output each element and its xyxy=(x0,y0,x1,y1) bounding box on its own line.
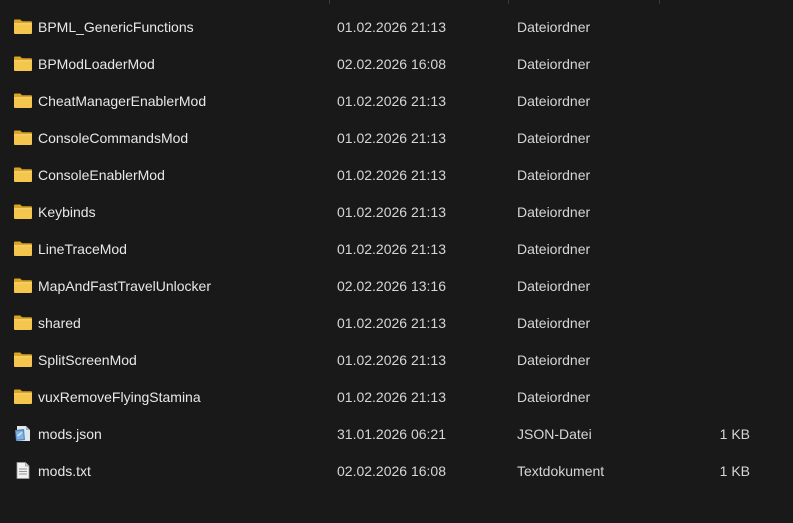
folder-icon xyxy=(13,55,33,72)
file-type: Dateiordner xyxy=(517,241,591,257)
modified-date: 01.02.2026 21:13 xyxy=(337,93,446,109)
folder-row[interactable]: BPML_GenericFunctions 01.02.2026 21:13 Dat… xyxy=(0,9,793,46)
file-name: MapAndFastTravelUnlocker xyxy=(38,278,211,294)
json-file-icon xyxy=(13,425,33,442)
file-type: Dateiordner xyxy=(517,130,591,146)
file-size: 1 KB xyxy=(719,426,750,442)
folder-row[interactable]: ConsoleCommandsMod 01.02.2026 21:13 Dateio… xyxy=(0,120,793,157)
folder-icon xyxy=(13,129,33,146)
file-row[interactable]: mods.txt 02.02.2026 16:08 Textdokument 1 KB xyxy=(0,453,793,490)
modified-date: 02.02.2026 13:16 xyxy=(337,278,446,294)
file-name: mods.json xyxy=(38,426,102,442)
file-name: SplitScreenMod xyxy=(38,352,137,368)
file-name: mods.txt xyxy=(38,463,91,479)
file-list-pane: BPML_GenericFunctions 01.02.2026 21:13 Dat… xyxy=(0,0,793,523)
folder-row[interactable]: Keybinds 01.02.2026 21:13 Dateiordner xyxy=(0,194,793,231)
folder-row[interactable]: SplitScreenMod 01.02.2026 21:13 Dateiordne… xyxy=(0,342,793,379)
file-type: Dateiordner xyxy=(517,93,591,109)
text-file-icon xyxy=(13,462,33,479)
file-type: Dateiordner xyxy=(517,278,591,294)
file-type: Dateiordner xyxy=(517,19,591,35)
folder-icon xyxy=(13,314,33,331)
folder-row[interactable]: MapAndFastTravelUnlocker 02.02.2026 13:16… xyxy=(0,268,793,305)
folder-icon xyxy=(13,18,33,35)
file-name: ConsoleCommandsMod xyxy=(38,130,189,146)
modified-date: 02.02.2026 16:08 xyxy=(337,56,446,72)
file-type: Dateiordner xyxy=(517,167,591,183)
column-separator[interactable] xyxy=(659,0,660,4)
file-name: CheatManagerEnablerMod xyxy=(38,93,207,109)
file-name: ConsoleEnablerMod xyxy=(38,167,165,183)
file-name: BPML_GenericFunctions xyxy=(38,19,194,35)
folder-icon xyxy=(13,92,33,109)
modified-date: 01.02.2026 21:13 xyxy=(337,315,446,331)
modified-date: 01.02.2026 21:13 xyxy=(337,130,446,146)
file-type: Dateiordner xyxy=(517,204,591,220)
folder-row[interactable]: CheatManagerEnablerMod 01.02.2026 21:13 Da… xyxy=(0,83,793,120)
folder-row[interactable]: shared 01.02.2026 21:13 Dateiordner xyxy=(0,305,793,342)
file-size: 1 KB xyxy=(719,463,750,479)
file-name: vuxRemoveFlyingStamina xyxy=(38,389,201,405)
folder-icon xyxy=(13,203,33,220)
folder-row[interactable]: vuxRemoveFlyingStamina 01.02.2026 21:13 Da… xyxy=(0,379,793,416)
file-type: Dateiordner xyxy=(517,389,591,405)
file-name: shared xyxy=(38,315,81,331)
file-name: BPModLoaderMod xyxy=(38,56,155,72)
modified-date: 01.02.2026 21:13 xyxy=(337,204,446,220)
modified-date: 02.02.2026 16:08 xyxy=(337,463,446,479)
folder-row[interactable]: BPModLoaderMod 02.02.2026 16:08 Dateiordne… xyxy=(0,46,793,83)
folder-row[interactable]: ConsoleEnablerMod 01.02.2026 21:13 Dateior… xyxy=(0,157,793,194)
file-type: Textdokument xyxy=(517,463,605,479)
file-name: Keybinds xyxy=(38,204,96,220)
folder-icon xyxy=(13,277,33,294)
modified-date: 01.02.2026 21:13 xyxy=(337,167,446,183)
folder-row[interactable]: LineTraceMod 01.02.2026 21:13 Dateiordner xyxy=(0,231,793,268)
folder-icon xyxy=(13,388,33,405)
file-name: LineTraceMod xyxy=(38,241,127,257)
file-row[interactable]: mods.json 31.01.2026 06:21 JSON-Datei 1 KB xyxy=(0,416,793,453)
column-separator[interactable] xyxy=(508,0,509,4)
file-type: Dateiordner xyxy=(517,352,591,368)
column-separator[interactable] xyxy=(329,0,330,4)
file-type: Dateiordner xyxy=(517,315,591,331)
modified-date: 01.02.2026 21:13 xyxy=(337,241,446,257)
file-type: Dateiordner xyxy=(517,56,591,72)
folder-icon xyxy=(13,166,33,183)
folder-icon xyxy=(13,351,33,368)
modified-date: 01.02.2026 21:13 xyxy=(337,19,446,35)
modified-date: 01.02.2026 21:13 xyxy=(337,389,446,405)
file-type: JSON-Datei xyxy=(517,426,592,442)
modified-date: 01.02.2026 21:13 xyxy=(337,352,446,368)
folder-icon xyxy=(13,240,33,257)
modified-date: 31.01.2026 06:21 xyxy=(337,426,446,442)
